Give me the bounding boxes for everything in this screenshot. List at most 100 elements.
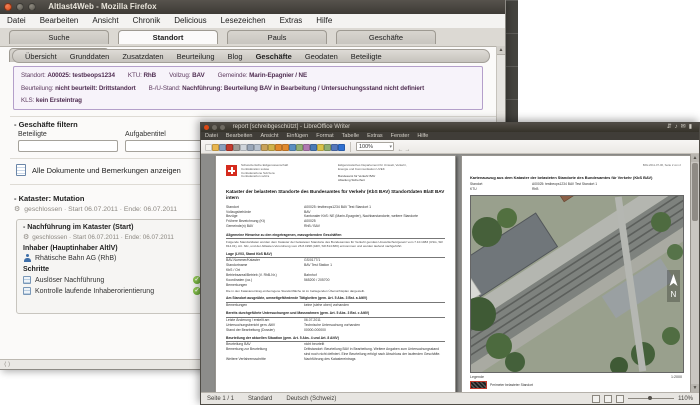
undo-icon[interactable] bbox=[275, 143, 282, 151]
field-row: Allgemeine Hinweise zu den eingetragenen… bbox=[226, 233, 445, 240]
back-icon[interactable]: ← bbox=[397, 147, 404, 154]
department-lines: Eidgenössisches Departement für Umwelt, … bbox=[338, 163, 407, 171]
inhaber-label: Inhaber (Hauptinhaber AltlV) bbox=[23, 245, 118, 252]
save-icon[interactable] bbox=[219, 143, 226, 151]
indicator-icon[interactable]: ▮ bbox=[689, 124, 695, 130]
zoom-slider[interactable] bbox=[628, 396, 675, 400]
browser-tab[interactable]: Pauls bbox=[227, 30, 327, 44]
browser-tab[interactable]: Standort bbox=[118, 30, 218, 44]
open-icon[interactable] bbox=[212, 143, 219, 151]
page-indicator[interactable]: Seite 1 / 1 bbox=[207, 396, 234, 402]
minimize-button[interactable] bbox=[16, 3, 24, 11]
redo-icon[interactable] bbox=[282, 143, 289, 151]
minimize-button[interactable] bbox=[212, 125, 217, 130]
field-row: Weitere Verfahrensschritte Nachführung de… bbox=[226, 357, 356, 362]
drawing-icon[interactable] bbox=[303, 143, 310, 151]
subnav-item[interactable]: Beteiligte bbox=[351, 52, 382, 61]
cut-icon[interactable] bbox=[247, 143, 254, 151]
zoom-level[interactable]: 110% bbox=[678, 396, 693, 402]
aufgabentitel-label: Aufgabentitel bbox=[125, 131, 166, 138]
schritt-row[interactable]: Auslöser Nachführung ✓ bbox=[23, 276, 201, 284]
inhaber-row[interactable]: Rhätische Bahn AG (RhB) bbox=[23, 254, 201, 262]
nachfuehrung-status: ⚙ geschlossen · Start 06.07.2011 · Ende:… bbox=[23, 233, 201, 242]
nav-icons: ←→ bbox=[397, 138, 411, 156]
close-button[interactable] bbox=[204, 125, 209, 130]
firefox-titlebar[interactable]: Altlast4Web - Mozilla Firefox bbox=[0, 0, 505, 14]
maximize-button[interactable] bbox=[220, 125, 225, 130]
indicator-icons[interactable]: ⇵♪✉▮ bbox=[667, 123, 695, 132]
menu-item[interactable]: Chronik bbox=[126, 14, 168, 28]
format-paintbrush-icon[interactable] bbox=[268, 143, 275, 151]
scroll-up-icon[interactable]: ▲ bbox=[497, 46, 505, 55]
single-page-view-icon[interactable] bbox=[592, 394, 601, 403]
swiss-cross-logo bbox=[226, 165, 237, 176]
close-button[interactable] bbox=[4, 3, 12, 11]
new-document-icon[interactable] bbox=[205, 143, 212, 151]
tab-strip: SucheStandortPaulsGeschäfteFakis bbox=[0, 28, 505, 62]
menu-item[interactable]: Lesezeichen bbox=[214, 14, 273, 28]
help-icon[interactable] bbox=[338, 143, 345, 151]
perimeter-swatch bbox=[470, 381, 487, 390]
schritt-label: Auslöser Nachführung bbox=[35, 276, 105, 284]
subnav-item[interactable]: Beurteilung bbox=[177, 52, 215, 61]
navigator-icon[interactable] bbox=[317, 143, 324, 151]
table-icon[interactable] bbox=[296, 143, 303, 151]
north-arrow: N bbox=[667, 269, 680, 302]
copy-icon[interactable] bbox=[254, 143, 261, 151]
filter-section-title[interactable]: - Geschäfte filtern bbox=[14, 120, 78, 129]
subnav-item[interactable]: Grunddaten bbox=[70, 52, 110, 61]
indicator-icon[interactable]: ✉ bbox=[681, 124, 689, 130]
export-pdf-icon[interactable] bbox=[226, 143, 233, 151]
hyperlink-icon[interactable] bbox=[289, 143, 296, 151]
writer-window: report [schreibgeschützt] - LibreOffice … bbox=[200, 122, 700, 405]
style-indicator[interactable]: Standard bbox=[248, 396, 272, 402]
menu-item[interactable]: Extras bbox=[363, 132, 387, 140]
print-icon[interactable] bbox=[233, 143, 240, 151]
browser-tab[interactable]: Suche bbox=[9, 30, 109, 44]
print-preview-icon[interactable] bbox=[240, 143, 247, 151]
indicator-icon[interactable]: ⇵ bbox=[667, 124, 675, 130]
menu-item[interactable]: Extras bbox=[273, 14, 310, 28]
browser-tab[interactable]: Geschäfte bbox=[336, 30, 436, 44]
book-view-icon[interactable] bbox=[616, 394, 625, 403]
map-scale: 1:2000 bbox=[671, 374, 682, 379]
paste-icon[interactable] bbox=[261, 143, 268, 151]
scroll-down-icon[interactable]: ▼ bbox=[691, 384, 699, 392]
window-title: report [schreibgeschützt] - LibreOffice … bbox=[232, 124, 351, 130]
language-indicator[interactable]: Deutsch (Schweiz) bbox=[286, 396, 336, 402]
writer-scrollbar[interactable]: ▲ ▼ bbox=[690, 154, 699, 392]
forward-icon[interactable]: → bbox=[404, 147, 411, 154]
document-icon bbox=[16, 164, 26, 176]
task-icon bbox=[23, 276, 31, 284]
writer-titlebar[interactable]: report [schreibgeschützt] - LibreOffice … bbox=[201, 123, 699, 132]
subnav-item[interactable]: Übersicht bbox=[25, 52, 57, 61]
schritt-row[interactable]: Kontrolle laufende Inhaberorientierung ✓ bbox=[23, 287, 201, 295]
menu-item[interactable]: Datei bbox=[0, 14, 33, 28]
schritt-label: Kontrolle laufende Inhaberorientierung bbox=[35, 287, 155, 295]
all-documents-link-label: Alle Dokumente und Bemerkungen anzeigen bbox=[32, 165, 181, 175]
menu-item[interactable]: Hilfe bbox=[413, 132, 432, 140]
firefox-menubar: Datei Bearbeiten Ansicht Chronik Delicious Le… bbox=[0, 14, 505, 29]
subnav-item[interactable]: Geodaten bbox=[305, 52, 338, 61]
multi-page-view-icon[interactable] bbox=[604, 394, 613, 403]
maximize-button[interactable] bbox=[28, 3, 36, 11]
scrollbar-thumb[interactable] bbox=[692, 163, 698, 221]
scroll-up-icon[interactable]: ▲ bbox=[691, 154, 699, 162]
menu-item[interactable]: Bearbeiten bbox=[33, 14, 86, 28]
all-documents-link[interactable]: Alle Dokumente und Bemerkungen anzeigen bbox=[16, 164, 181, 176]
menu-item[interactable]: Ansicht bbox=[85, 14, 125, 28]
standort-info-box: Standort: A00025: testbeops1234 KTU: RhB V… bbox=[13, 66, 483, 110]
find-icon[interactable] bbox=[310, 143, 317, 151]
schritte-list: Auslöser Nachführung ✓ Kontrolle laufend… bbox=[23, 276, 201, 295]
kataster-section-title[interactable]: - Kataster: Mutation bbox=[14, 194, 84, 203]
zoom-combobox[interactable]: 100% bbox=[356, 142, 394, 151]
zoom-icon[interactable] bbox=[331, 143, 338, 151]
subnav-item[interactable]: Blog bbox=[228, 52, 243, 61]
subnav-item[interactable]: Zusatzdaten bbox=[122, 52, 163, 61]
nachfuehrung-title[interactable]: - Nachführung im Kataster (Start) bbox=[23, 224, 201, 231]
gallery-icon[interactable] bbox=[324, 143, 331, 151]
menu-item[interactable]: Delicious bbox=[167, 14, 213, 28]
subnav-item[interactable]: Geschäfte bbox=[256, 52, 292, 61]
beteiligte-input[interactable] bbox=[18, 140, 118, 152]
menu-item[interactable]: Hilfe bbox=[309, 14, 339, 28]
